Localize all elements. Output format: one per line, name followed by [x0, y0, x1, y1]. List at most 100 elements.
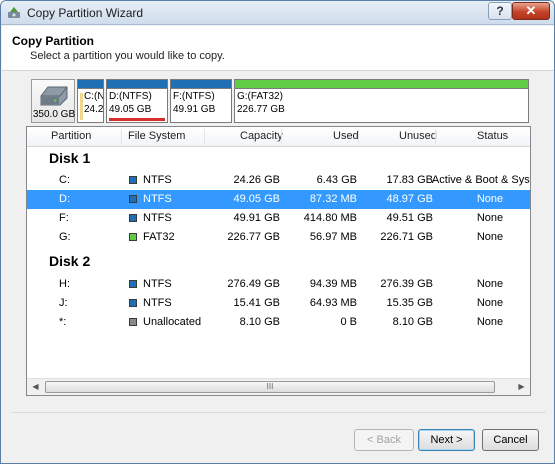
- cell-capacity: 8.10 GB: [239, 316, 280, 328]
- cell-fs: FAT32: [143, 231, 175, 243]
- disk-map-partition-c[interactable]: C:(NT 24.26: [77, 79, 104, 123]
- file-system-color-icon: [129, 318, 137, 326]
- close-button[interactable]: ✕: [512, 2, 550, 20]
- cell-partition: C:: [59, 174, 70, 186]
- partition-block-label: D:(NTFS): [109, 91, 152, 102]
- cell-status: None: [476, 193, 504, 205]
- column-header-status[interactable]: Status: [477, 130, 508, 142]
- partition-block-label: G:(FAT32): [237, 91, 283, 102]
- file-system-color-icon: [129, 176, 137, 184]
- footer-divider: [11, 412, 546, 413]
- cell-capacity: 49.05 GB: [233, 193, 280, 205]
- title-bar[interactable]: Copy Partition Wizard ? ✕: [1, 1, 554, 25]
- disk-map-partition-g[interactable]: G:(FAT32) 226.77 GB: [234, 79, 529, 123]
- cell-capacity: 15.41 GB: [233, 297, 280, 309]
- cell-used: 56.97 MB: [309, 231, 357, 243]
- cell-unused: 276.39 GB: [380, 278, 433, 290]
- column-divider[interactable]: [358, 129, 359, 145]
- disk-map-size: 350.0 GB: [32, 109, 76, 120]
- cell-status: None: [476, 297, 504, 309]
- wizard-header: Copy Partition Select a partition you wo…: [2, 26, 554, 71]
- group-header-disk-1: Disk 1: [49, 150, 91, 166]
- cell-unused: 15.35 GB: [386, 297, 433, 309]
- cell-capacity: 226.77 GB: [227, 231, 280, 243]
- cell-status: Active & Boot & System: [431, 174, 530, 186]
- file-system-color-icon: [129, 195, 137, 203]
- selected-partition-indicator: [109, 118, 165, 121]
- cell-unused: 17.83 GB: [386, 174, 433, 186]
- disk-map-partition-f[interactable]: F:(NTFS) 49.91 GB: [170, 79, 232, 123]
- column-divider[interactable]: [204, 129, 205, 145]
- cell-status: None: [476, 278, 504, 290]
- scroll-right-arrow-icon[interactable]: ▶: [513, 379, 530, 395]
- column-header-file-system[interactable]: File System: [128, 130, 185, 142]
- cancel-button[interactable]: Cancel: [482, 429, 539, 451]
- cell-unused: 8.10 GB: [392, 316, 433, 328]
- column-header-capacity[interactable]: Capacity: [240, 130, 283, 142]
- table-row[interactable]: G: FAT32 226.77 GB 56.97 MB 226.71 GB None: [27, 228, 530, 247]
- wizard-app-icon: [8, 7, 20, 18]
- header-title: Copy Partition: [12, 34, 95, 48]
- file-system-color-icon: [129, 214, 137, 222]
- partition-list[interactable]: Partition File System Capacity Used Unus…: [26, 126, 531, 396]
- hard-disk-icon: [40, 86, 68, 106]
- next-button[interactable]: Next >: [418, 429, 475, 451]
- column-divider[interactable]: [121, 129, 122, 145]
- table-row[interactable]: J: NTFS 15.41 GB 64.93 MB 15.35 GB None: [27, 294, 530, 313]
- cell-used: 414.80 MB: [303, 212, 357, 224]
- disk-map-partition-d[interactable]: D:(NTFS) 49.05 GB: [106, 79, 168, 123]
- cell-used: 6.43 GB: [316, 174, 357, 186]
- partition-bar: [107, 80, 167, 89]
- partition-bar: [171, 80, 231, 89]
- table-row[interactable]: F: NTFS 49.91 GB 414.80 MB 49.51 GB None: [27, 209, 530, 228]
- cell-partition: J:: [59, 297, 68, 309]
- cell-partition: H:: [59, 278, 70, 290]
- file-system-color-icon: [129, 299, 137, 307]
- partition-block-size: 49.05 GB: [109, 104, 152, 115]
- disk-map-disk-label[interactable]: 350.0 GB: [31, 79, 75, 123]
- cell-fs: NTFS: [143, 278, 172, 290]
- cell-used: 87.32 MB: [309, 193, 357, 205]
- back-button[interactable]: < Back: [354, 429, 414, 451]
- cell-status: None: [476, 212, 504, 224]
- cell-used: 0 B: [340, 316, 357, 328]
- window-title: Copy Partition Wizard: [27, 6, 144, 20]
- scroll-left-arrow-icon[interactable]: ◀: [27, 379, 44, 395]
- cell-used: 94.39 MB: [309, 278, 357, 290]
- column-header-used[interactable]: Used: [333, 130, 359, 142]
- partition-block-size: 49.91 GB: [173, 104, 216, 115]
- horizontal-scrollbar[interactable]: ◀ III ▶: [27, 378, 530, 395]
- table-row[interactable]: *: Unallocated 8.10 GB 0 B 8.10 GB None: [27, 313, 530, 332]
- column-header-partition[interactable]: Partition: [51, 130, 91, 142]
- file-system-color-icon: [129, 233, 137, 241]
- table-row[interactable]: H: NTFS 276.49 GB 94.39 MB 276.39 GB None: [27, 275, 530, 294]
- disk-map: 350.0 GB C:(NT 24.26 D:(NTFS) 49.05 GB F…: [31, 79, 529, 123]
- cell-fs: NTFS: [143, 193, 172, 205]
- cell-used: 64.93 MB: [309, 297, 357, 309]
- column-divider[interactable]: [435, 129, 436, 145]
- partition-used-fill: [80, 93, 83, 120]
- column-header-unused[interactable]: Unused: [399, 130, 437, 142]
- cell-capacity: 276.49 GB: [227, 278, 280, 290]
- cell-partition: *:: [59, 316, 67, 328]
- cell-fs: NTFS: [143, 212, 172, 224]
- cell-unused: 226.71 GB: [380, 231, 433, 243]
- scrollbar-thumb[interactable]: III: [45, 381, 495, 393]
- cell-capacity: 49.91 GB: [233, 212, 280, 224]
- cell-unused: 48.97 GB: [386, 193, 433, 205]
- cell-fs: Unallocated: [143, 316, 202, 328]
- list-header: Partition File System Capacity Used Unus…: [27, 127, 530, 147]
- partition-block-size: 226.77 GB: [237, 104, 285, 115]
- cell-partition: F:: [59, 212, 69, 224]
- cell-status: None: [476, 316, 504, 328]
- cell-status: None: [476, 231, 504, 243]
- partition-bar: [78, 80, 103, 89]
- help-button[interactable]: ?: [488, 2, 512, 20]
- cell-partition: D:: [59, 193, 70, 205]
- group-header-disk-2: Disk 2: [49, 253, 91, 269]
- cell-fs: NTFS: [143, 297, 172, 309]
- table-row[interactable]: D: NTFS 49.05 GB 87.32 MB 48.97 GB None: [27, 190, 530, 209]
- cell-unused: 49.51 GB: [386, 212, 433, 224]
- table-row[interactable]: C: NTFS 24.26 GB 6.43 GB 17.83 GB Active & Bo…: [27, 171, 530, 190]
- column-divider[interactable]: [281, 129, 282, 145]
